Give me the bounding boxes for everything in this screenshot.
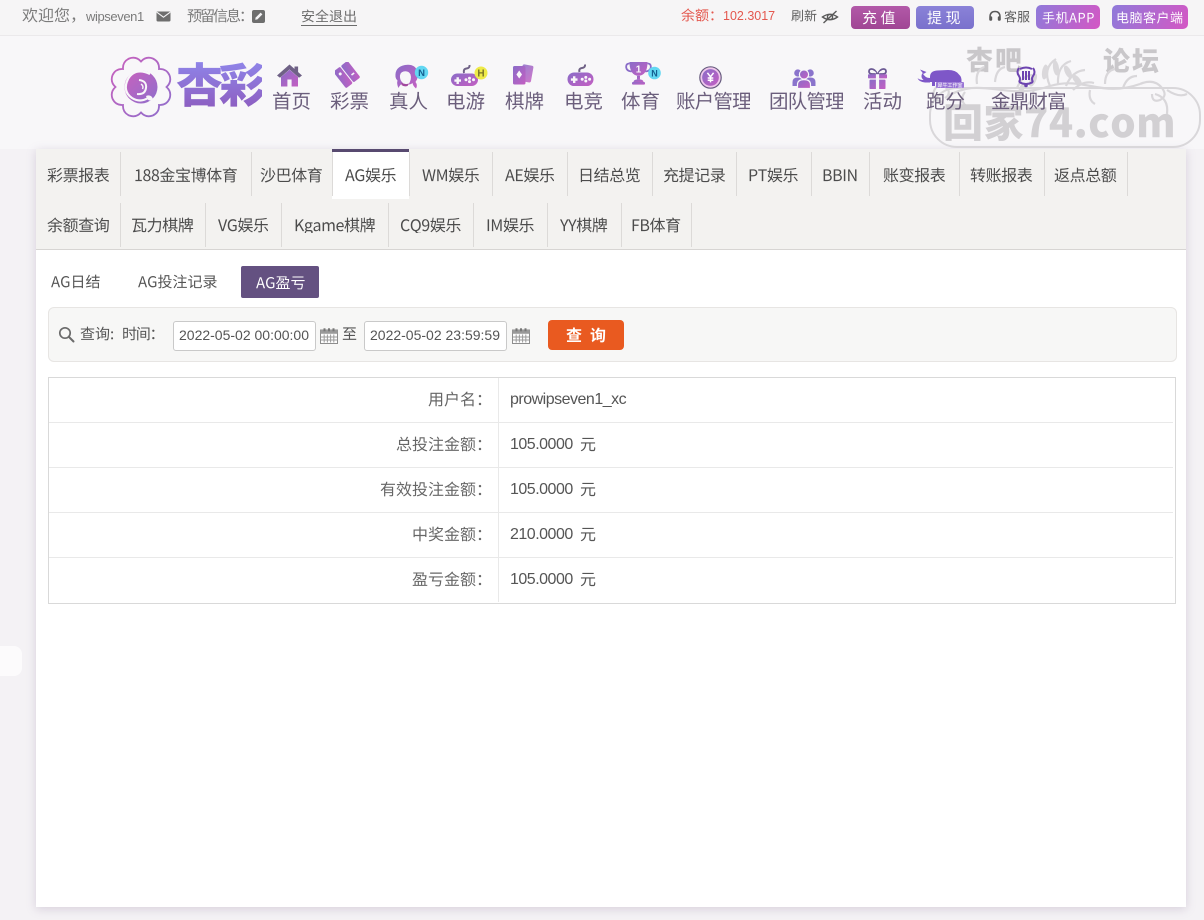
svg-text:1: 1 xyxy=(636,65,642,76)
svg-text:N: N xyxy=(418,68,425,79)
svg-text:H: H xyxy=(477,69,484,80)
svg-text:犀牛工作室: 犀牛工作室 xyxy=(937,82,962,89)
svg-text:N: N xyxy=(651,68,658,78)
